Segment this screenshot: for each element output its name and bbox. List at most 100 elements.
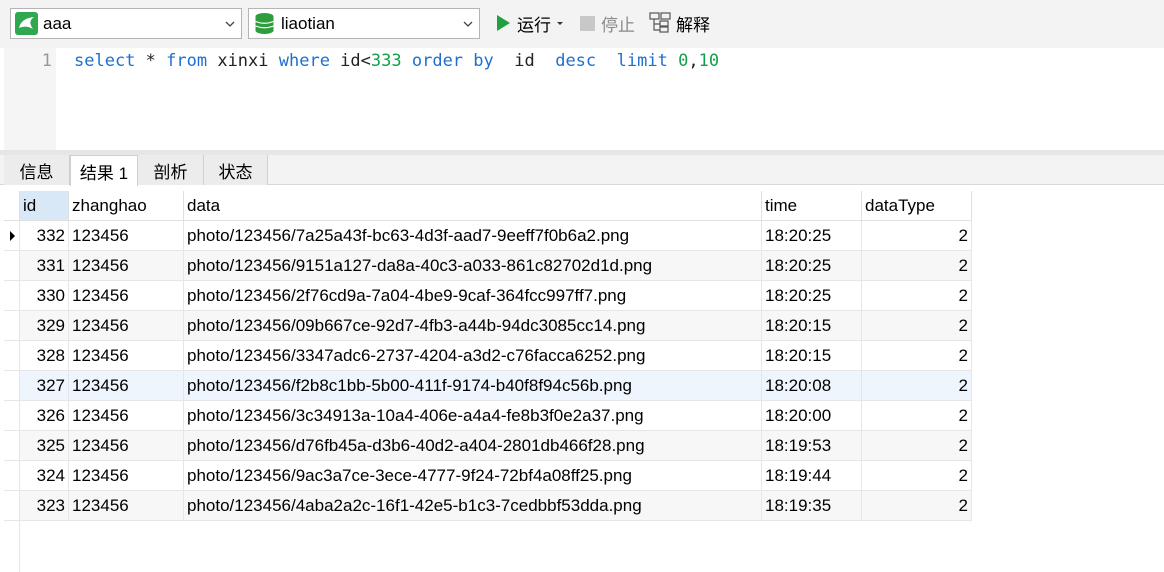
cell-data[interactable]: photo/123456/09b667ce-92d7-4fb3-a44b-94d… bbox=[184, 311, 762, 341]
run-label: 运行 bbox=[517, 15, 551, 35]
cell-datatype[interactable]: 2 bbox=[862, 431, 972, 461]
cell-datatype[interactable]: 2 bbox=[862, 311, 972, 341]
cell-zhanghao[interactable]: 123456 bbox=[69, 341, 184, 371]
cell-datatype[interactable]: 2 bbox=[862, 221, 972, 251]
cell-time[interactable]: 18:20:25 bbox=[762, 251, 862, 281]
column-header-data[interactable]: data bbox=[184, 191, 762, 221]
cell-data[interactable]: photo/123456/9ac3a7ce-3ece-4777-9f24-72b… bbox=[184, 461, 762, 491]
row-header[interactable] bbox=[4, 461, 20, 491]
table-row[interactable]: 324 123456 photo/123456/9ac3a7ce-3ece-4777… bbox=[4, 461, 972, 491]
cell-id[interactable]: 331 bbox=[20, 251, 69, 281]
cell-datatype[interactable]: 2 bbox=[862, 461, 972, 491]
tab-status[interactable]: 状态 bbox=[204, 155, 268, 185]
row-header[interactable] bbox=[4, 491, 20, 521]
tab-result-1[interactable]: 结果 1 bbox=[70, 155, 138, 186]
cell-data[interactable]: photo/123456/4aba2a2c-16f1-42e5-b1c3-7ce… bbox=[184, 491, 762, 521]
cell-zhanghao[interactable]: 123456 bbox=[69, 251, 184, 281]
cell-time[interactable]: 18:20:25 bbox=[762, 281, 862, 311]
column-header-datatype[interactable]: dataType bbox=[862, 191, 972, 221]
row-header[interactable] bbox=[4, 311, 20, 341]
explain-button[interactable]: 解释 bbox=[649, 10, 710, 36]
cell-id[interactable]: 326 bbox=[20, 401, 69, 431]
sql-editor[interactable]: 1 select * from xinxi where id<333 order… bbox=[0, 48, 1164, 150]
row-header[interactable] bbox=[4, 251, 20, 281]
cell-zhanghao[interactable]: 123456 bbox=[69, 491, 184, 521]
cell-zhanghao[interactable]: 123456 bbox=[69, 221, 184, 251]
cell-data[interactable]: photo/123456/f2b8c1bb-5b00-411f-9174-b40… bbox=[184, 371, 762, 401]
cell-datatype[interactable]: 2 bbox=[862, 341, 972, 371]
sql-token: , bbox=[688, 51, 699, 71]
table-row[interactable]: 325 123456 photo/123456/d76fb45a-d3b6-40d2… bbox=[4, 431, 972, 461]
chevron-down-icon bbox=[225, 21, 235, 27]
cell-zhanghao[interactable]: 123456 bbox=[69, 401, 184, 431]
cell-id[interactable]: 332 bbox=[20, 221, 69, 251]
row-header[interactable] bbox=[4, 431, 20, 461]
cell-time[interactable]: 18:20:08 bbox=[762, 371, 862, 401]
cell-data[interactable]: photo/123456/2f76cd9a-7a04-4be9-9caf-364… bbox=[184, 281, 762, 311]
row-header[interactable] bbox=[4, 341, 20, 371]
cell-datatype[interactable]: 2 bbox=[862, 281, 972, 311]
column-header-time[interactable]: time bbox=[762, 191, 862, 221]
database-select[interactable]: liaotian bbox=[248, 8, 480, 39]
cell-time[interactable]: 18:20:00 bbox=[762, 401, 862, 431]
table-row[interactable]: 332 123456 photo/123456/7a25a43f-bc63-4d3f… bbox=[4, 221, 972, 251]
tab-info[interactable]: 信息 bbox=[4, 155, 70, 185]
cell-id[interactable]: 325 bbox=[20, 431, 69, 461]
table-row[interactable]: 323 123456 photo/123456/4aba2a2c-16f1-42e5… bbox=[4, 491, 972, 521]
cell-zhanghao[interactable]: 123456 bbox=[69, 281, 184, 311]
stop-button[interactable]: 停止 bbox=[579, 10, 635, 36]
cell-data[interactable]: photo/123456/9151a127-da8a-40c3-a033-861… bbox=[184, 251, 762, 281]
cell-time[interactable]: 18:20:15 bbox=[762, 311, 862, 341]
row-header[interactable] bbox=[4, 221, 20, 251]
cell-datatype[interactable]: 2 bbox=[862, 371, 972, 401]
cell-datatype[interactable]: 2 bbox=[862, 491, 972, 521]
row-header[interactable] bbox=[4, 401, 20, 431]
sql-token: 333 bbox=[370, 51, 402, 71]
cell-datatype[interactable]: 2 bbox=[862, 251, 972, 281]
row-header-filler bbox=[4, 521, 20, 572]
cell-zhanghao[interactable]: 123456 bbox=[69, 461, 184, 491]
table-row[interactable]: 330 123456 photo/123456/2f76cd9a-7a04-4be9… bbox=[4, 281, 972, 311]
row-header[interactable] bbox=[4, 281, 20, 311]
tab-label: 结果 1 bbox=[79, 163, 129, 183]
cell-zhanghao[interactable]: 123456 bbox=[69, 431, 184, 461]
cell-id[interactable]: 330 bbox=[20, 281, 69, 311]
result-tabs: 信息 结果 1 剖析 状态 bbox=[0, 155, 1164, 186]
tab-profile[interactable]: 剖析 bbox=[138, 155, 204, 185]
sql-token: 10 bbox=[698, 51, 720, 71]
table-row[interactable]: 331 123456 photo/123456/9151a127-da8a-40c3… bbox=[4, 251, 972, 281]
cell-id[interactable]: 323 bbox=[20, 491, 69, 521]
column-header-id[interactable]: id bbox=[20, 191, 69, 221]
cell-id[interactable]: 329 bbox=[20, 311, 69, 341]
cell-time[interactable]: 18:20:15 bbox=[762, 341, 862, 371]
run-button[interactable]: 运行 bbox=[494, 10, 570, 36]
table-row[interactable]: 327 123456 photo/123456/f2b8c1bb-5b00-411f… bbox=[4, 371, 972, 401]
cell-data[interactable]: photo/123456/7a25a43f-bc63-4d3f-aad7-9ee… bbox=[184, 221, 762, 251]
connection-select[interactable]: aaa bbox=[10, 8, 242, 39]
column-header-zhanghao[interactable]: zhanghao bbox=[69, 191, 184, 221]
table-row[interactable]: 326 123456 photo/123456/3c34913a-10a4-406e… bbox=[4, 401, 972, 431]
sql-token: order bbox=[411, 51, 464, 71]
caret-down-icon[interactable] bbox=[555, 18, 565, 28]
cell-data[interactable]: photo/123456/d76fb45a-d3b6-40d2-a404-280… bbox=[184, 431, 762, 461]
cell-zhanghao[interactable]: 123456 bbox=[69, 311, 184, 341]
chevron-down-icon bbox=[463, 21, 473, 27]
cell-id[interactable]: 324 bbox=[20, 461, 69, 491]
cell-time[interactable]: 18:19:35 bbox=[762, 491, 862, 521]
table-row[interactable]: 329 123456 photo/123456/09b667ce-92d7-4fb3… bbox=[4, 311, 972, 341]
cell-id[interactable]: 328 bbox=[20, 341, 69, 371]
cell-zhanghao[interactable]: 123456 bbox=[69, 371, 184, 401]
database-icon bbox=[255, 13, 274, 34]
row-header[interactable] bbox=[4, 371, 20, 401]
cell-data[interactable]: photo/123456/3c34913a-10a4-406e-a4a4-fe8… bbox=[184, 401, 762, 431]
table-row[interactable]: 328 123456 photo/123456/3347adc6-2737-4204… bbox=[4, 341, 972, 371]
cell-datatype[interactable]: 2 bbox=[862, 401, 972, 431]
sql-line[interactable]: select * from xinxi where id<333 order b… bbox=[74, 50, 719, 72]
cell-time[interactable]: 18:19:53 bbox=[762, 431, 862, 461]
sql-token: from bbox=[166, 51, 208, 71]
cell-time[interactable]: 18:20:25 bbox=[762, 221, 862, 251]
cell-data[interactable]: photo/123456/3347adc6-2737-4204-a3d2-c76… bbox=[184, 341, 762, 371]
tab-label: 信息 bbox=[19, 162, 54, 182]
cell-time[interactable]: 18:19:44 bbox=[762, 461, 862, 491]
cell-id[interactable]: 327 bbox=[20, 371, 69, 401]
